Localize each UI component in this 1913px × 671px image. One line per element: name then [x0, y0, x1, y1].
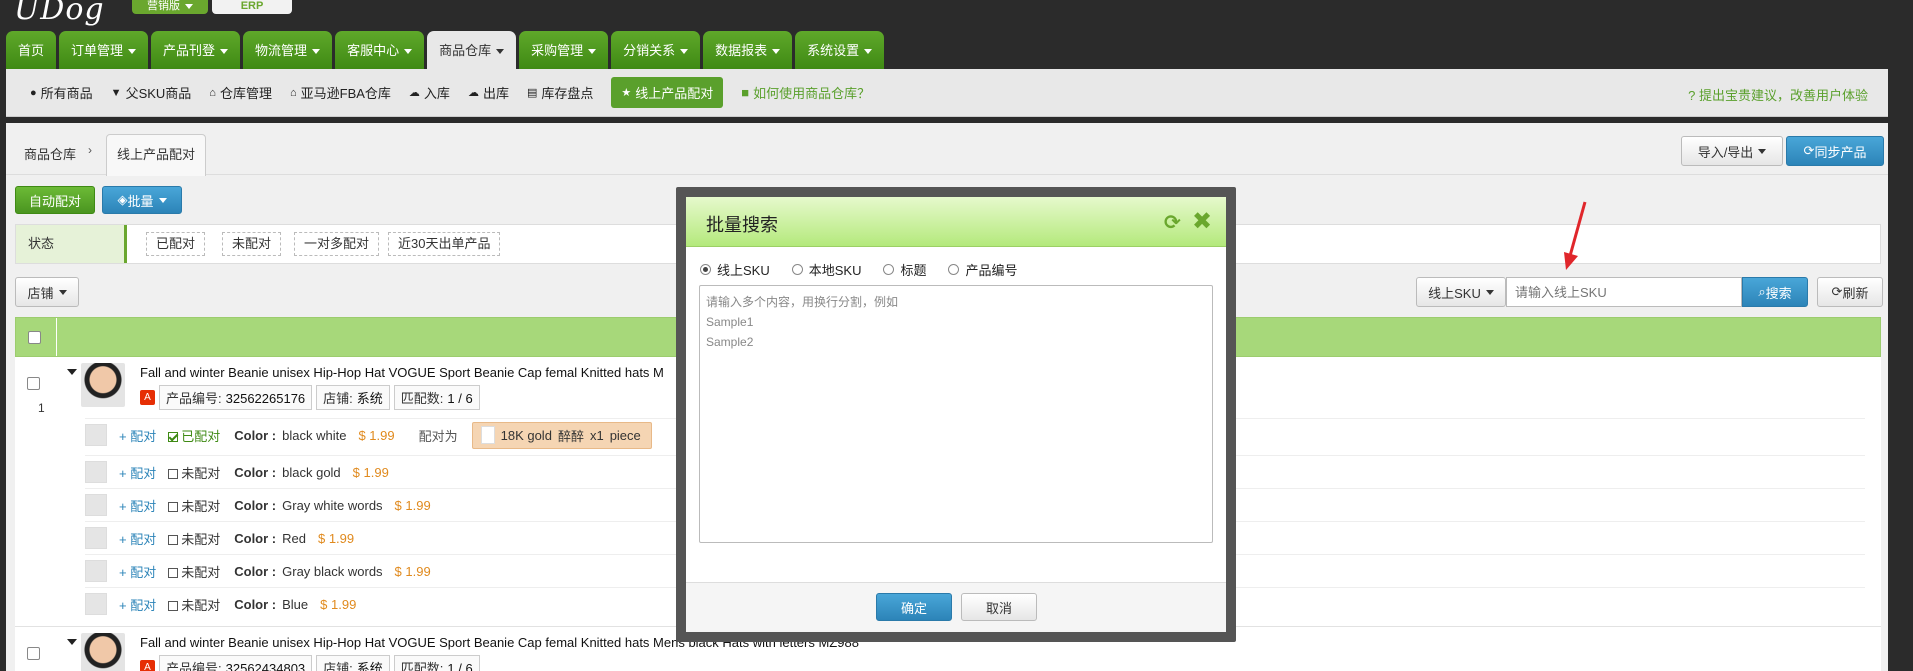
radio-title[interactable]: 标题	[883, 260, 926, 279]
radio-label: 线上SKU	[717, 263, 770, 278]
cancel-button[interactable]: 取消	[961, 593, 1037, 621]
radio-button[interactable]	[700, 264, 711, 275]
radio-local-sku[interactable]: 本地SKU	[791, 260, 862, 279]
radio-online-sku[interactable]: 线上SKU	[700, 260, 770, 279]
placeholder-line: Sample1	[706, 315, 754, 329]
placeholder-line: 请输入多个内容，用换行分割，例如	[706, 295, 899, 309]
dialog-title: 批量搜索	[706, 215, 778, 235]
confirm-button[interactable]: 确定	[876, 593, 952, 621]
refresh-icon[interactable]: ⟳	[1164, 210, 1181, 235]
radio-label: 标题	[900, 263, 927, 278]
radio-product-number[interactable]: 产品编号	[948, 260, 1018, 279]
batch-search-dialog: 批量搜索 ⟳ ✖ 线上SKU 本地SKU 标题 产品编号 请输入多个内容，用换行…	[686, 197, 1226, 632]
radio-button[interactable]	[948, 264, 960, 275]
dialog-header: 批量搜索 ⟳ ✖	[686, 197, 1226, 247]
close-icon[interactable]: ✖	[1192, 207, 1212, 236]
batch-search-textarea[interactable]: 请输入多个内容，用换行分割，例如 Sample1 Sample2	[699, 285, 1213, 543]
modal-overlay: 批量搜索 ⟳ ✖ 线上SKU 本地SKU 标题 产品编号 请输入多个内容，用换行…	[0, 0, 1913, 671]
radio-button[interactable]	[791, 264, 803, 275]
search-type-radios: 线上SKU 本地SKU 标题 产品编号	[700, 260, 1018, 279]
radio-button[interactable]	[883, 264, 895, 275]
batch-search-dialog-frame: 批量搜索 ⟳ ✖ 线上SKU 本地SKU 标题 产品编号 请输入多个内容，用换行…	[676, 187, 1236, 642]
radio-label: 产品编号	[965, 263, 1018, 278]
dialog-footer: 确定 取消	[686, 582, 1226, 632]
placeholder-line: Sample2	[706, 335, 754, 349]
radio-label: 本地SKU	[808, 263, 862, 278]
